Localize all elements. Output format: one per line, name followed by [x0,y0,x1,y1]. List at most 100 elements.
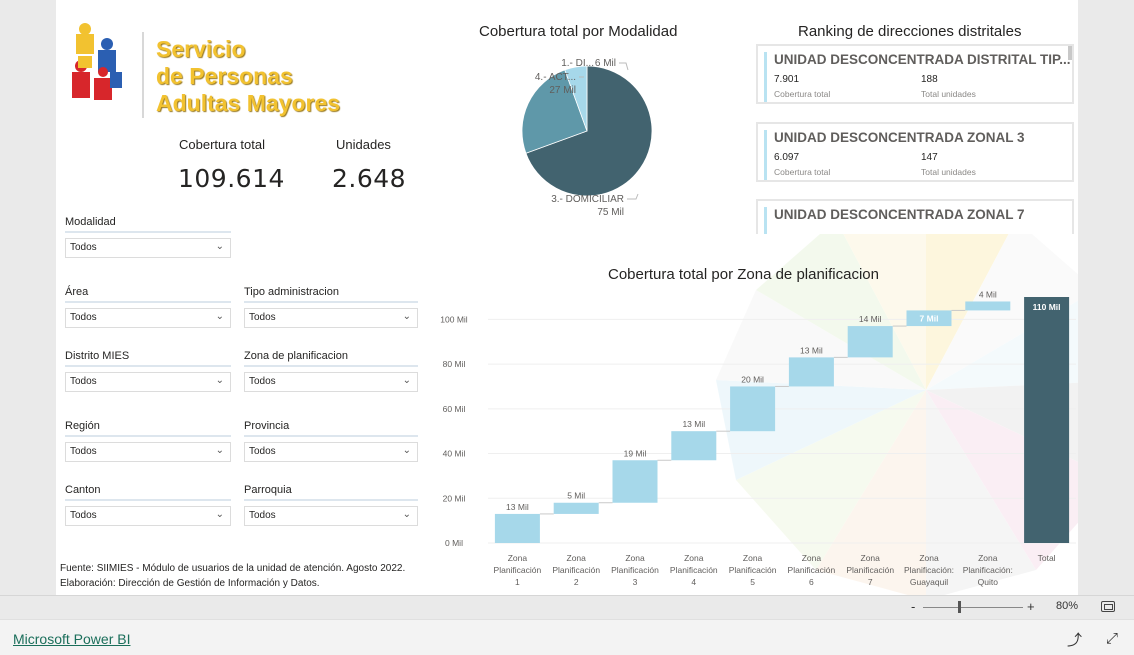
kpi-unidades-value: 2.648 [332,164,407,193]
card-unidades-label: Total unidades [921,89,976,99]
card-cobertura-value: 7.901 [774,74,800,85]
slicer-dropdown-modalidad[interactable]: Todos ⌄ [65,238,231,258]
waterfall-total-bar[interactable] [1024,297,1070,543]
zoom-slider-thumb[interactable] [958,601,961,613]
slicer-title: Parroquia [244,484,418,501]
waterfall-bar[interactable] [612,460,658,503]
card-accent [764,207,767,234]
data-label: 14 Mil [859,314,882,324]
slicer-dropdown-area[interactable]: Todos ⌄ [65,308,231,328]
data-label: 7 Mil [920,313,939,323]
y-tick-label: 20 Mil [443,493,466,503]
zoom-out-button[interactable]: - [911,599,915,614]
slicer-canton: Canton Todos ⌄ [65,484,231,526]
slicer-parroquia: Parroquia Todos ⌄ [244,484,418,526]
slicer-title: Canton [65,484,231,501]
x-tick-label: Zona [567,553,587,563]
data-label: 4 Mil [979,290,997,299]
slicer-dropdown-region[interactable]: Todos ⌄ [65,442,231,462]
slicer-title: Zona de planificacion [244,350,418,367]
zoom-in-button[interactable]: + [1027,599,1035,614]
slicer-dropdown-zona[interactable]: Todos ⌄ [244,372,418,392]
waterfall-bar[interactable] [965,301,1011,311]
waterfall-bar[interactable] [553,502,599,514]
slicer-title: Región [65,420,231,437]
logo: Servicio de Personas Adultas Mayores [70,14,360,118]
ranking-scrollbar[interactable] [1068,46,1072,60]
waterfall-bar[interactable] [847,326,893,358]
slicer-dropdown-parroquia[interactable]: Todos ⌄ [244,506,418,526]
slicer-value: Todos [70,242,97,253]
x-tick-label: Planificación [611,565,659,575]
ranking-list[interactable]: UNIDAD DESCONCENTRADA DISTRITAL TIP... 7.… [756,44,1078,234]
card-title: UNIDAD DESCONCENTRADA DISTRITAL TIP... [774,52,1071,67]
expand-icon[interactable]: ⤢ [1106,629,1118,647]
waterfall-bar[interactable] [788,357,834,387]
x-tick-label: Planificación [494,565,542,575]
x-tick-label: Zona [919,553,939,563]
waterfall-bar[interactable] [494,513,540,543]
source-note: Fuente: SIIMIES - Módulo de usuarios de … [60,563,406,574]
x-tick-label: Zona [978,553,998,563]
x-tick-label: 7 [868,577,873,587]
logo-line-3: Adultas Mayores [156,90,341,116]
x-tick-label: Planificación: [963,565,1013,575]
waterfall-chart-title: Cobertura total por Zona de planificacio… [608,266,879,283]
slicer-value: Todos [70,312,97,323]
slicer-dropdown-canton[interactable]: Todos ⌄ [65,506,231,526]
slicer-dropdown-distrito[interactable]: Todos ⌄ [65,372,231,392]
ranking-title: Ranking de direcciones distritales [798,23,1022,40]
data-label: 19 Mil [624,448,647,458]
x-tick-label: 1 [515,577,520,587]
fit-to-page-icon[interactable] [1101,601,1115,612]
waterfall-chart[interactable]: 0 Mil 20 Mil 40 Mil 60 Mil 80 Mil 100 Mil 13 M… [416,290,1078,595]
slicer-value: Todos [70,510,97,521]
slicer-area: Área Todos ⌄ [65,286,231,328]
zoom-slider-track[interactable] [923,607,1023,608]
waterfall-bar[interactable] [671,431,717,461]
pie-chart-title: Cobertura total por Modalidad [479,23,678,40]
y-tick-label: 60 Mil [443,404,466,414]
y-tick-label: 80 Mil [443,359,466,369]
x-tick-label: 5 [750,577,755,587]
slicer-dropdown-tipo-administracion[interactable]: Todos ⌄ [244,308,418,328]
ranking-card[interactable]: UNIDAD DESCONCENTRADA ZONAL 7 [756,199,1074,234]
x-tick-label: Zona [802,553,822,563]
card-cobertura-value: 6.097 [774,152,800,163]
x-tick-label: Quito [978,577,999,587]
slicer-value: Todos [249,312,276,323]
slicer-dropdown-provincia[interactable]: Todos ⌄ [244,442,418,462]
x-tick-label: Zona [861,553,881,563]
ranking-card[interactable]: UNIDAD DESCONCENTRADA ZONAL 3 6.097 147 Cob… [756,122,1074,182]
card-title: UNIDAD DESCONCENTRADA ZONAL 7 [774,207,1025,222]
ranking-card[interactable]: UNIDAD DESCONCENTRADA DISTRITAL TIP... 7.… [756,44,1074,104]
kpi-cobertura-value: 109.614 [178,164,285,193]
power-bi-link[interactable]: Microsoft Power BI [13,631,130,647]
card-unidades-value: 188 [921,74,938,85]
x-tick-label: Zona [508,553,528,563]
x-tick-label: 4 [691,577,696,587]
pie-value-label: 75 Mil [597,207,624,218]
pie-chart[interactable]: 1.- DI... 6 Mil 4.- ACT... 27 Mil 3.- DOMICI… [456,46,696,226]
x-tick-label: 6 [809,577,814,587]
card-unidades-label: Total unidades [921,167,976,177]
kpi-cobertura-label: Cobertura total [179,137,265,152]
pie-label: 3.- DOMICILIAR [551,194,624,205]
share-icon[interactable]: ⤴ [1067,629,1082,650]
pie-value-label: 27 Mil [549,85,576,96]
pie-leader-line [619,62,629,71]
card-accent [764,52,767,102]
pie-label: 1.- DI... [561,58,594,69]
slicer-distrito: Distrito MIES Todos ⌄ [65,350,231,392]
slicer-value: Todos [249,446,276,457]
report-canvas: Servicio de Personas Adultas Mayores Cob… [56,0,1078,595]
data-label: 13 Mil [506,502,529,512]
pie-value-label: 6 Mil [595,58,616,69]
x-tick-label: 2 [574,577,579,587]
slicer-value: Todos [70,446,97,457]
elaboration-note: Elaboración: Dirección de Gestión de Inf… [60,578,320,589]
card-title: UNIDAD DESCONCENTRADA ZONAL 3 [774,130,1025,145]
kpi-unidades-label: Unidades [336,137,391,152]
slicer-title: Distrito MIES [65,350,231,367]
waterfall-bar[interactable] [730,386,776,432]
